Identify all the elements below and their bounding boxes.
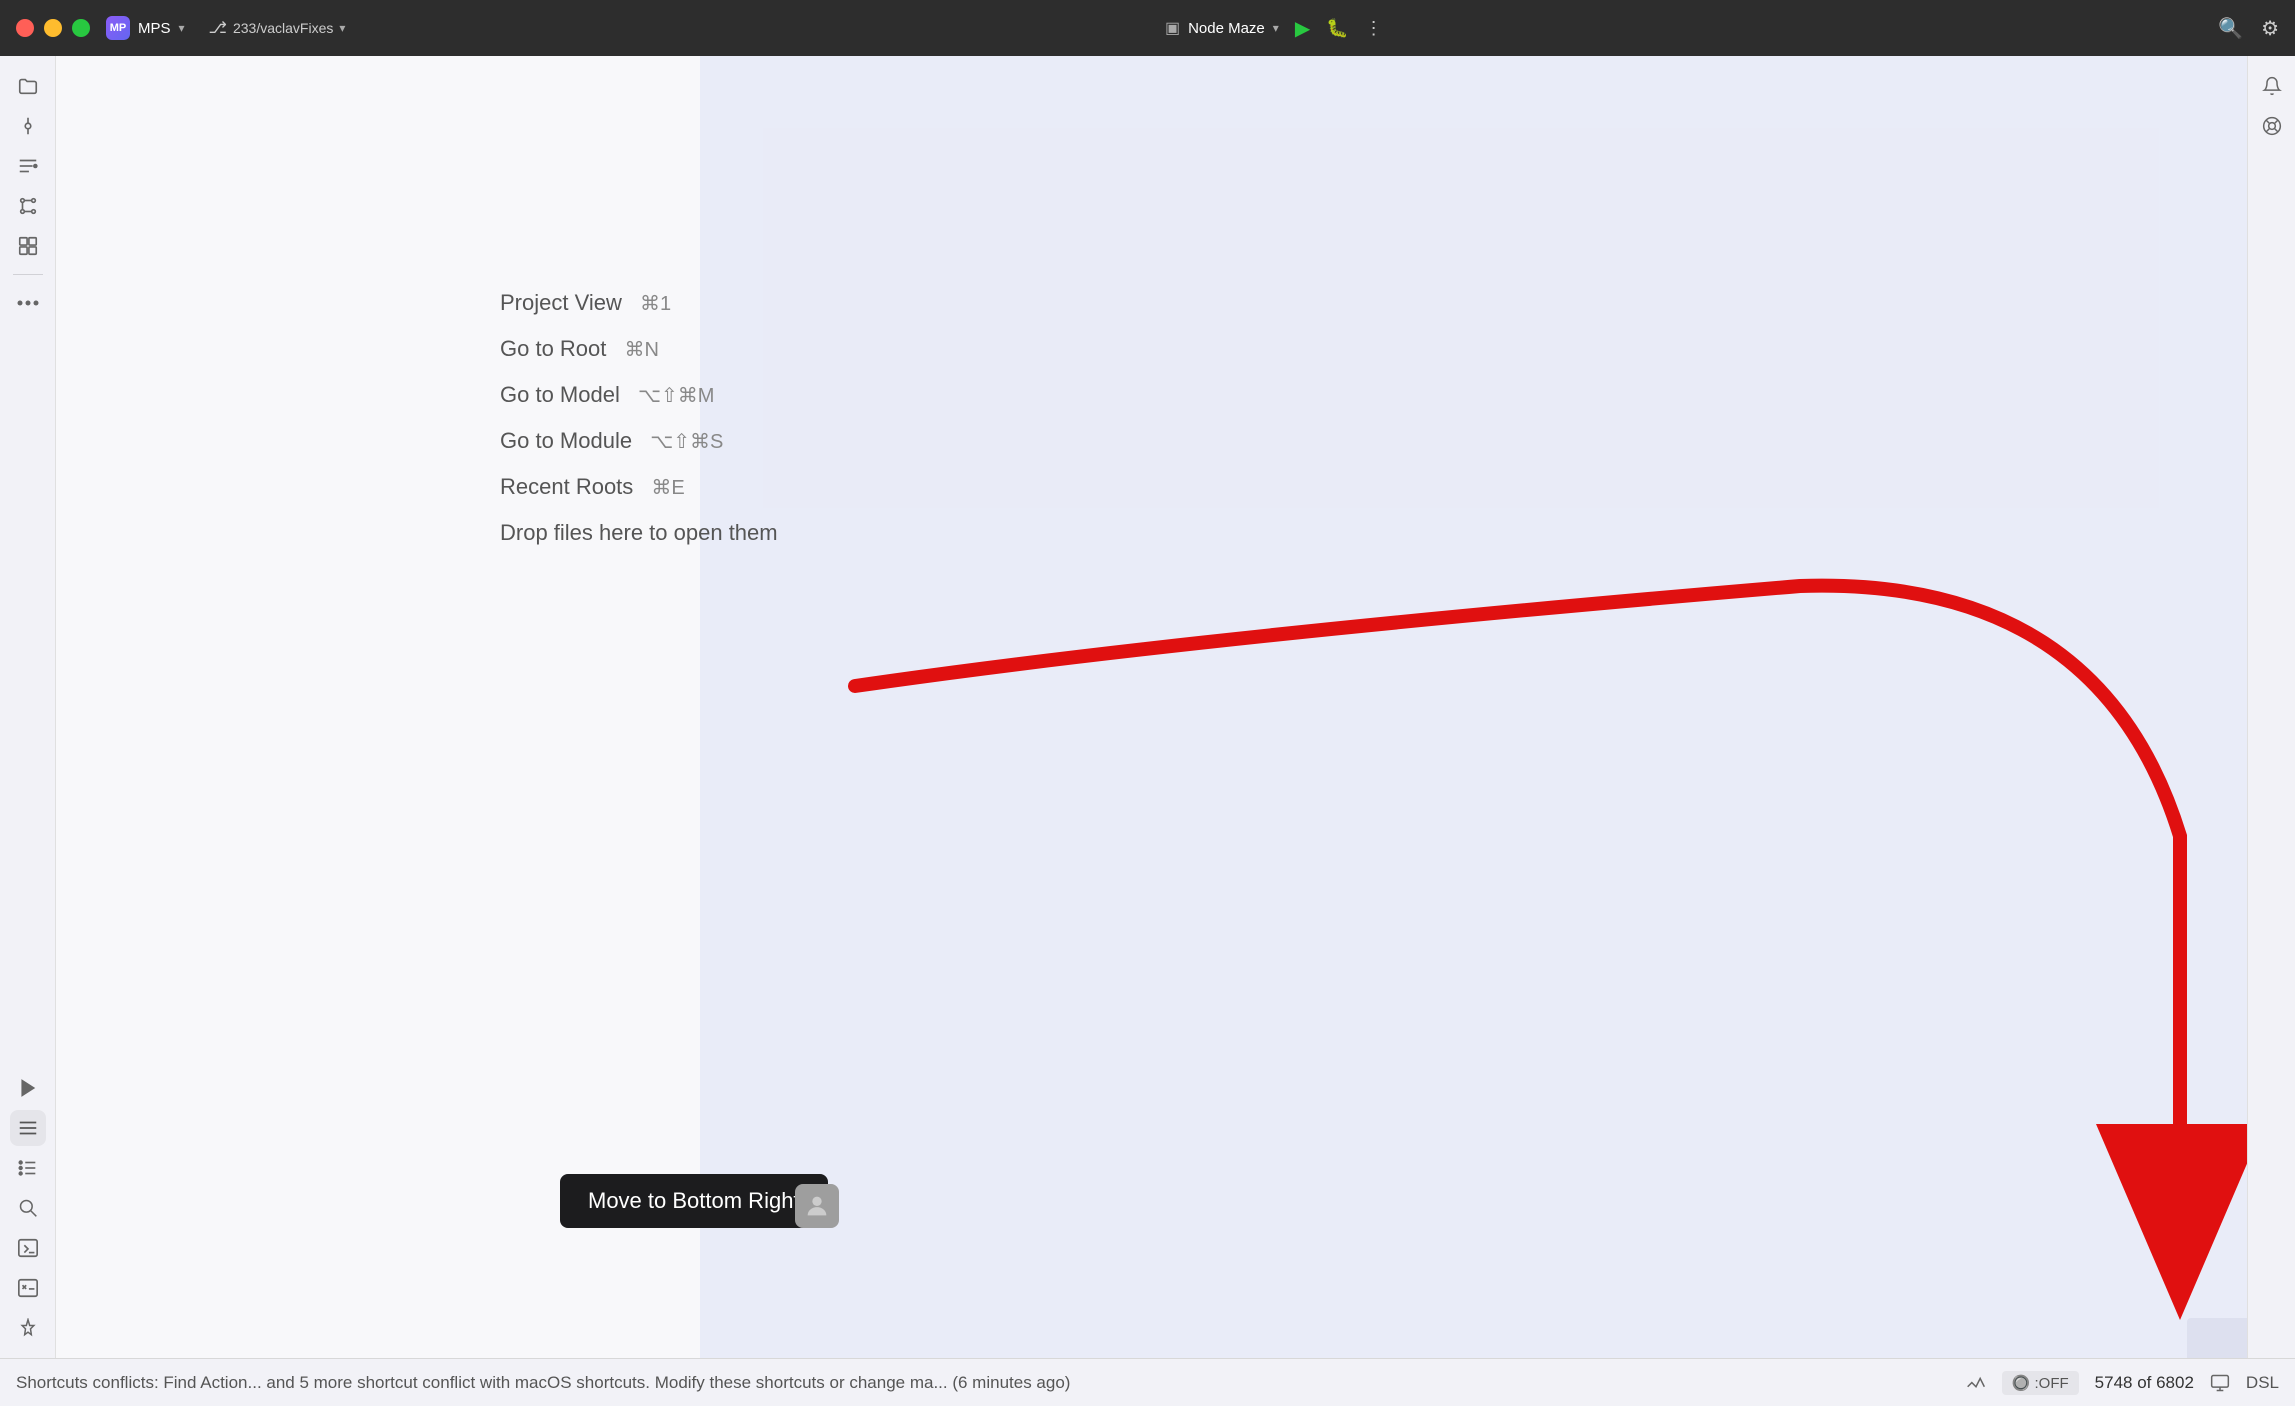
avatar	[795, 1184, 839, 1228]
menu-recent-roots-label: Recent Roots	[500, 474, 633, 499]
menu-go-to-model-label: Go to Model	[500, 382, 620, 407]
status-right: 🔘 :OFF 5748 of 6802 DSL	[1966, 1371, 2279, 1395]
project-chevron-icon: ▾	[1273, 21, 1279, 35]
menu-go-to-module-shortcut: ⌥⇧⌘S	[650, 431, 723, 453]
bottom-right-panel	[2187, 1318, 2247, 1358]
menu-project-view-label: Project View	[500, 290, 622, 315]
app-name: MPS	[138, 20, 171, 37]
sidebar-item-filter[interactable]	[10, 148, 46, 184]
menu-go-to-module[interactable]: Go to Module ⌥⇧⌘S	[500, 418, 778, 464]
menu-go-to-root-shortcut: ⌘N	[625, 339, 659, 361]
search-icon[interactable]: 🔍	[2218, 16, 2243, 41]
menu-items: Project View ⌘1 Go to Root ⌘N Go to Mode…	[500, 280, 778, 556]
dsl-icon[interactable]	[2210, 1373, 2230, 1393]
notification-icon[interactable]	[2254, 68, 2290, 104]
sidebar-item-folder[interactable]	[10, 68, 46, 104]
maximize-button[interactable]	[72, 19, 90, 37]
traffic-lights	[16, 19, 90, 37]
app-icon: MP	[106, 16, 130, 40]
sidebar-item-terminal2[interactable]	[10, 1270, 46, 1306]
badge-text: :OFF	[2034, 1375, 2068, 1392]
menu-drop-files: Drop files here to open them	[500, 510, 778, 556]
titlebar: MP MPS ▾ ⎇ 233/vaclavFixes ▾ ▣ Node Maze…	[0, 0, 2295, 56]
menu-drop-files-label: Drop files here to open them	[500, 520, 778, 545]
left-sidebar	[0, 56, 56, 1358]
menu-go-to-model[interactable]: Go to Model ⌥⇧⌘M	[500, 372, 778, 418]
sidebar-item-blocks[interactable]	[10, 228, 46, 264]
sidebar-item-commit[interactable]	[10, 108, 46, 144]
sidebar-item-search[interactable]	[10, 1190, 46, 1226]
project-selector[interactable]: ▣ Node Maze ▾	[1165, 18, 1279, 38]
menu-recent-roots-shortcut: ⌘E	[651, 477, 684, 499]
debug-button[interactable]: 🐛	[1326, 18, 1348, 39]
close-button[interactable]	[16, 19, 34, 37]
branch-icon: ⎇	[209, 18, 227, 38]
status-off-badge[interactable]: 🔘 :OFF	[2002, 1371, 2079, 1395]
menu-go-to-module-label: Go to Module	[500, 428, 632, 453]
menu-project-view-shortcut: ⌘1	[640, 293, 671, 315]
move-to-bottom-right-button[interactable]: Move to Bottom Right	[560, 1174, 828, 1228]
status-count: 5748 of 6802	[2095, 1373, 2194, 1393]
menu-go-to-root[interactable]: Go to Root ⌘N	[500, 326, 778, 372]
titlebar-center: ▣ Node Maze ▾ ▶ 🐛 ⋮	[345, 16, 2202, 41]
branch-selector[interactable]: ⎇ 233/vaclavFixes ▾	[209, 18, 346, 38]
status-conflict-text: Shortcuts conflicts: Find Action... and …	[16, 1373, 1966, 1393]
sidebar-item-list[interactable]	[10, 1110, 46, 1146]
status-dsl-text: DSL	[2246, 1373, 2279, 1393]
overlay-area	[700, 56, 2247, 1358]
titlebar-right: 🔍 ⚙	[2218, 16, 2279, 41]
menu-go-to-root-label: Go to Root	[500, 336, 606, 361]
connection-icon[interactable]	[2254, 108, 2290, 144]
right-sidebar	[2247, 56, 2295, 1358]
menu-go-to-model-shortcut: ⌥⇧⌘M	[638, 385, 714, 407]
statusbar: Shortcuts conflicts: Find Action... and …	[0, 1358, 2295, 1406]
menu-recent-roots[interactable]: Recent Roots ⌘E	[500, 464, 778, 510]
sidebar-item-pin[interactable]	[10, 1310, 46, 1346]
sidebar-bottom	[10, 1070, 46, 1346]
toggle-icon: 🔘	[2012, 1375, 2031, 1392]
sidebar-item-bullets[interactable]	[10, 1150, 46, 1186]
project-name: Node Maze	[1188, 20, 1265, 37]
antenna-icon[interactable]	[1966, 1373, 1986, 1393]
project-icon: ▣	[1165, 18, 1180, 38]
sidebar-item-graph[interactable]	[10, 188, 46, 224]
app-title[interactable]: MP MPS ▾	[106, 16, 185, 40]
sidebar-item-run[interactable]	[10, 1070, 46, 1106]
sidebar-divider	[13, 274, 43, 275]
settings-icon[interactable]: ⚙	[2261, 16, 2279, 41]
sidebar-item-terminal[interactable]	[10, 1230, 46, 1266]
minimize-button[interactable]	[44, 19, 62, 37]
run-button[interactable]: ▶	[1295, 16, 1310, 41]
branch-name: 233/vaclavFixes	[233, 20, 333, 36]
menu-project-view[interactable]: Project View ⌘1	[500, 280, 778, 326]
sidebar-item-more[interactable]	[10, 285, 46, 321]
app-chevron-icon: ▾	[179, 21, 185, 35]
more-actions-button[interactable]: ⋮	[1365, 18, 1383, 39]
